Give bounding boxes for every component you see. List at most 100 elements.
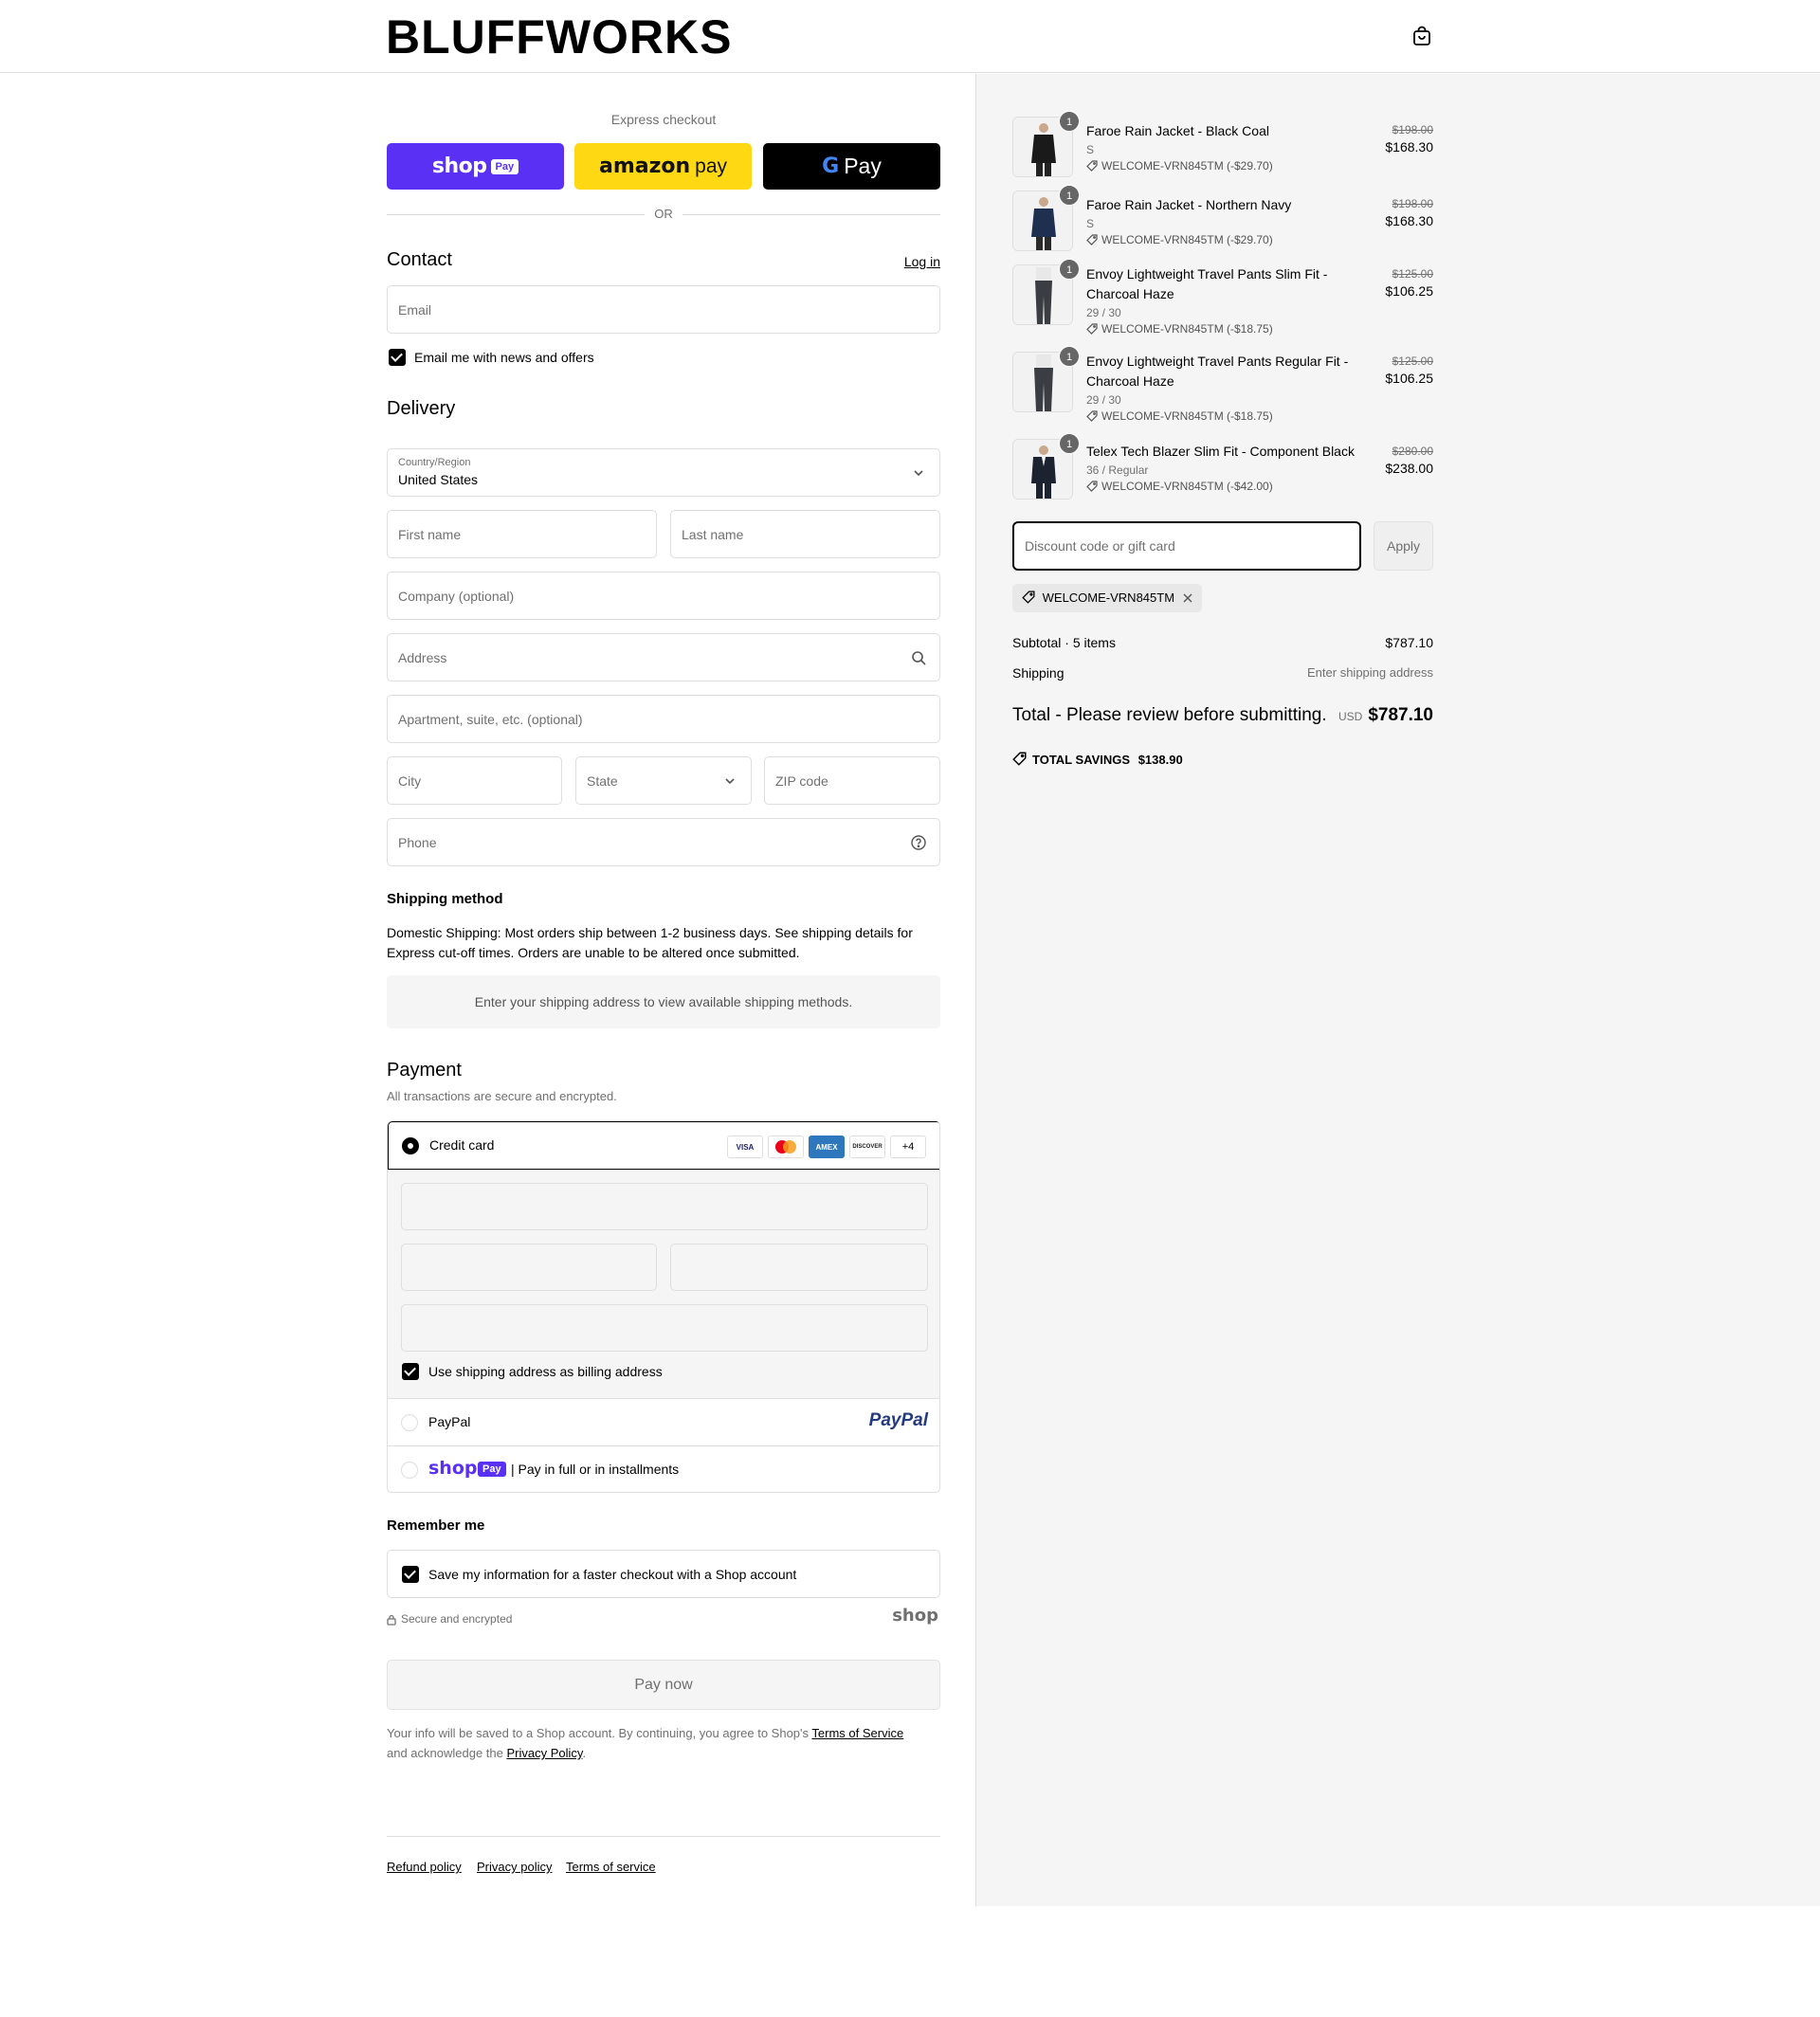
shop-pay-wordmark: shop	[431, 154, 487, 178]
phone-field[interactable]: Phone	[387, 818, 940, 866]
credit-card-radio[interactable]	[402, 1137, 419, 1154]
company-field[interactable]: Company (optional)	[387, 572, 940, 620]
help-icon[interactable]	[910, 834, 927, 851]
paypal-option[interactable]: PayPal PayPal	[388, 1398, 939, 1445]
item-discount: WELCOME-VRN845TM (-$18.75)	[1086, 322, 1273, 336]
shipping-info-text: Domestic Shipping: Most orders ship betw…	[387, 925, 913, 960]
line-item: 1 Faroe Rain Jacket - Black Coal S WELCO…	[1012, 111, 1433, 183]
item-name: Faroe Rain Jacket - Northern Navy	[1086, 197, 1292, 212]
privacy-policy-link[interactable]: Privacy policy	[477, 1860, 552, 1874]
country-label: Country/Region	[398, 457, 471, 468]
item-price: $168.30	[1385, 139, 1433, 154]
billing-label: Use shipping address as billing address	[428, 1364, 663, 1379]
login-link[interactable]: Log in	[904, 254, 940, 269]
subtotal-label: Subtotal · 5 items	[1012, 635, 1116, 650]
shop-pay-wordmark: shop	[428, 1458, 478, 1479]
billing-checkbox[interactable]	[402, 1363, 419, 1380]
shop-pay-tag: Pay	[490, 158, 519, 174]
subtotal-value: $787.10	[1385, 635, 1433, 650]
email-field[interactable]: Email	[387, 285, 940, 334]
paypal-label: PayPal	[428, 1414, 471, 1429]
first-name-field[interactable]: First name	[387, 510, 657, 558]
refund-policy-link[interactable]: Refund policy	[387, 1860, 462, 1874]
shipping-value: Enter shipping address	[1307, 665, 1433, 680]
item-name: Envoy Lightweight Travel Pants Slim Fit …	[1086, 266, 1328, 301]
zip-field[interactable]: ZIP code	[764, 756, 940, 805]
address-field[interactable]: Address	[387, 633, 940, 681]
city-field[interactable]: City	[387, 756, 562, 805]
applied-code-text: WELCOME-VRN845TM	[1042, 591, 1175, 605]
card-number-input[interactable]	[401, 1183, 928, 1230]
discover-icon: DISCOVER	[849, 1136, 885, 1158]
card-name-input[interactable]	[401, 1304, 928, 1352]
contact-title: Contact	[387, 249, 452, 270]
currency-code: USD	[1338, 710, 1363, 723]
country-select[interactable]: Country/Region United States	[387, 448, 940, 497]
google-pay-button[interactable]: G Pay	[763, 143, 940, 190]
privacy-link[interactable]: Privacy Policy	[506, 1746, 582, 1760]
phone-placeholder: Phone	[398, 835, 437, 850]
paypal-radio[interactable]	[401, 1414, 418, 1431]
shopping-bag-icon[interactable]	[1410, 25, 1433, 47]
shop-pay-radio[interactable]	[401, 1462, 418, 1479]
card-expiry-input[interactable]	[401, 1244, 657, 1291]
search-icon	[912, 651, 926, 665]
applied-discount-chip: WELCOME-VRN845TM	[1012, 584, 1202, 612]
google-pay-word: Pay	[844, 154, 882, 178]
express-checkout-label: Express checkout	[610, 112, 717, 127]
last-name-field[interactable]: Last name	[670, 510, 940, 558]
terms-of-service-link[interactable]: Terms of service	[566, 1860, 656, 1874]
payment-methods: Credit card VISA AMEX DISCOVER +4 Use sh…	[387, 1120, 940, 1493]
savings-value: $138.90	[1138, 753, 1183, 767]
credit-card-option[interactable]: Credit card VISA AMEX DISCOVER +4	[388, 1121, 939, 1170]
item-original-price: $280.00	[1392, 445, 1433, 458]
card-cvv-input[interactable]	[670, 1244, 928, 1291]
item-discount-text: WELCOME-VRN845TM (-$42.00)	[1101, 480, 1273, 493]
tag-icon	[1012, 752, 1027, 766]
terms-link[interactable]: Terms of Service	[811, 1726, 903, 1740]
amazon-pay-word: pay	[695, 154, 728, 177]
item-variant: S	[1086, 217, 1095, 230]
close-icon[interactable]	[1183, 593, 1192, 603]
item-original-price: $125.00	[1392, 267, 1433, 281]
line-item: 1 Envoy Lightweight Travel Pants Regular…	[1012, 346, 1433, 433]
store-logo[interactable]: BLUFFWORKS	[386, 9, 733, 64]
quantity-badge: 1	[1059, 111, 1080, 132]
shop-pay-option[interactable]: shop Pay | Pay in full or in installment…	[388, 1445, 939, 1492]
news-label: Email me with news and offers	[414, 350, 594, 365]
address-placeholder: Address	[398, 650, 447, 665]
delivery-title: Delivery	[387, 398, 456, 419]
legal-text: Your info will be saved to a Shop accoun…	[387, 1723, 940, 1763]
payment-title: Payment	[387, 1060, 462, 1081]
amazon-pay-button[interactable]: amazon pay	[574, 143, 752, 190]
save-info-label: Save my information for a faster checkou…	[428, 1567, 797, 1582]
state-placeholder: State	[587, 773, 618, 789]
item-discount: WELCOME-VRN845TM (-$42.00)	[1086, 480, 1273, 493]
item-discount: WELCOME-VRN845TM (-$29.70)	[1086, 159, 1273, 173]
google-g-icon: G	[822, 154, 840, 178]
item-discount-text: WELCOME-VRN845TM (-$18.75)	[1101, 322, 1273, 336]
apply-button[interactable]: Apply	[1374, 521, 1433, 571]
line-item: 1 Telex Tech Blazer Slim Fit - Component…	[1012, 433, 1433, 505]
discount-code-input[interactable]: Discount code or gift card	[1012, 521, 1361, 571]
save-info-checkbox[interactable]	[402, 1566, 419, 1583]
item-discount: WELCOME-VRN845TM (-$29.70)	[1086, 233, 1273, 246]
item-name: Envoy Lightweight Travel Pants Regular F…	[1086, 354, 1349, 389]
company-placeholder: Company (optional)	[398, 589, 515, 604]
shop-pay-text: | Pay in full or in installments	[511, 1462, 680, 1477]
shop-pay-tag: Pay	[478, 1462, 506, 1477]
amex-icon: AMEX	[809, 1136, 845, 1158]
item-name: Telex Tech Blazer Slim Fit - Component B…	[1086, 444, 1355, 459]
state-select[interactable]: State	[575, 756, 752, 805]
first-name-placeholder: First name	[398, 527, 462, 542]
pay-now-button[interactable]: Pay now	[387, 1660, 940, 1710]
or-divider: OR	[387, 205, 940, 224]
apartment-field[interactable]: Apartment, suite, etc. (optional)	[387, 695, 940, 743]
item-original-price: $198.00	[1392, 197, 1433, 210]
news-checkbox[interactable]	[389, 349, 406, 366]
tag-icon	[1022, 591, 1035, 604]
item-variant: 29 / 30	[1086, 393, 1121, 407]
email-placeholder: Email	[398, 302, 432, 318]
shop-pay-button[interactable]: shop Pay	[387, 143, 564, 190]
savings-label: TOTAL SAVINGS	[1032, 753, 1131, 767]
